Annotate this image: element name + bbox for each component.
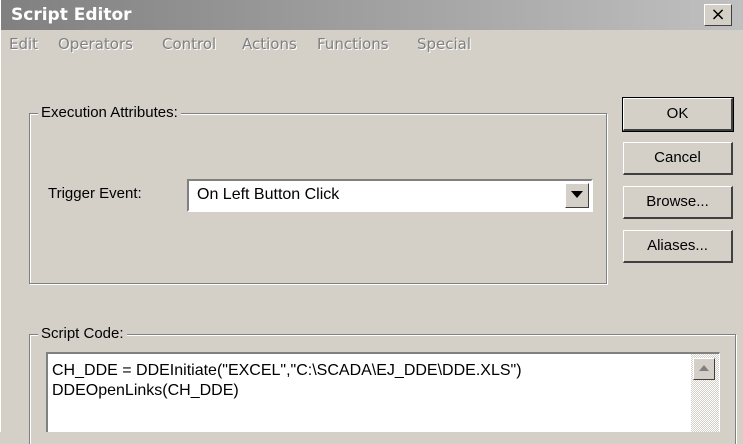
window-title: Script Editor bbox=[11, 5, 132, 25]
menu-edit[interactable]: Edit bbox=[9, 35, 38, 53]
trigger-event-value: On Left Button Click bbox=[197, 186, 340, 203]
menu-actions[interactable]: Actions bbox=[242, 35, 297, 53]
scroll-up-button[interactable] bbox=[693, 358, 715, 380]
cancel-button[interactable]: Cancel bbox=[623, 142, 733, 175]
aliases-button[interactable]: Aliases... bbox=[623, 230, 733, 263]
menu-bar: Edit Operators Control Actions Functions… bbox=[1, 30, 743, 60]
script-code-label: Script Code: bbox=[38, 325, 127, 342]
close-button[interactable]: × bbox=[704, 4, 732, 26]
dropdown-arrow-button[interactable] bbox=[565, 183, 589, 208]
menu-operators[interactable]: Operators bbox=[58, 35, 133, 53]
menu-control[interactable]: Control bbox=[162, 35, 216, 53]
browse-button[interactable]: Browse... bbox=[623, 186, 733, 219]
trigger-event-label: Trigger Event: bbox=[48, 185, 142, 202]
menu-functions[interactable]: Functions bbox=[317, 35, 389, 53]
execution-attributes-label: Execution Attributes: bbox=[38, 104, 181, 121]
trigger-event-select[interactable]: On Left Button Click bbox=[187, 179, 593, 212]
vertical-scrollbar[interactable] bbox=[691, 354, 719, 432]
arrow-up-icon bbox=[699, 365, 709, 371]
script-code-editor[interactable]: CH_DDE = DDEInitiate("EXCEL","C:\SCADA\E… bbox=[46, 352, 720, 432]
title-bar[interactable]: Script Editor × bbox=[1, 0, 743, 30]
close-icon: × bbox=[710, 4, 726, 25]
ok-button[interactable]: OK bbox=[622, 97, 734, 132]
menu-special[interactable]: Special bbox=[417, 35, 471, 53]
chevron-down-icon bbox=[571, 191, 583, 198]
code-line-2: DDEOpenLinks(CH_DDE) bbox=[52, 382, 239, 399]
code-line-1: CH_DDE = DDEInitiate("EXCEL","C:\SCADA\E… bbox=[52, 362, 522, 379]
script-editor-window: Script Editor × Edit Operators Control A… bbox=[0, 0, 743, 444]
